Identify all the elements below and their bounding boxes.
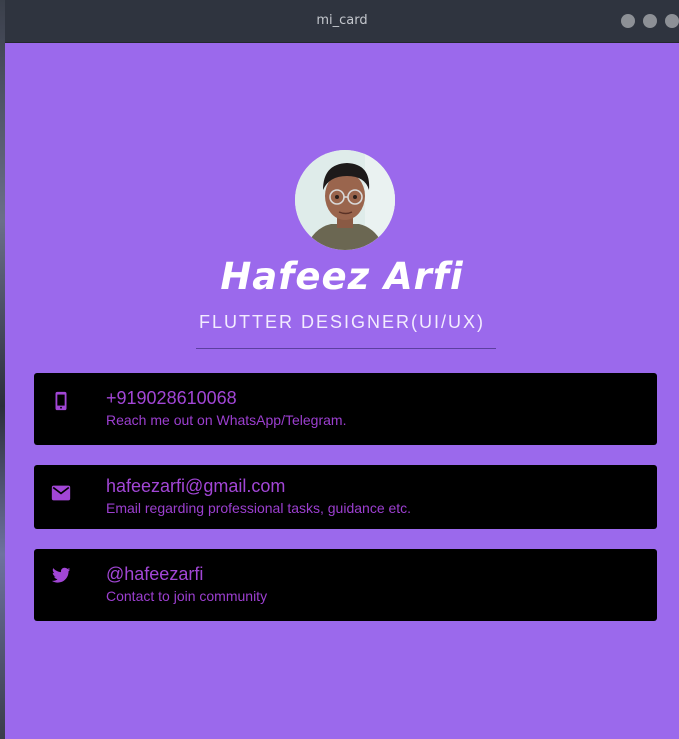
divider: [196, 348, 496, 349]
app-body: Hafeez Arfi FLUTTER DESIGNER(UI/UX) +919…: [5, 43, 679, 739]
contact-card-phone[interactable]: +919028610068 Reach me out on WhatsApp/T…: [34, 373, 657, 445]
close-button[interactable]: [665, 14, 679, 28]
contact-title: hafeezarfi@gmail.com: [106, 476, 286, 496]
phone-icon: [55, 391, 67, 411]
window-title: mi_card: [316, 13, 368, 28]
profile-name: Hafeez Arfi: [220, 255, 464, 298]
mail-icon: [51, 485, 71, 501]
maximize-button[interactable]: [643, 14, 657, 28]
avatar: [295, 150, 395, 250]
contact-title: +919028610068: [106, 388, 237, 408]
contact-title: @hafeezarfi: [106, 564, 204, 584]
contact-subtitle: Contact to join community: [106, 588, 268, 604]
twitter-icon: [51, 567, 71, 583]
contact-subtitle: Reach me out on WhatsApp/Telegram.: [106, 412, 347, 428]
contact-card-email[interactable]: hafeezarfi@gmail.com Email regarding pro…: [34, 465, 657, 529]
minimize-button[interactable]: [621, 14, 635, 28]
avatar-photo: [295, 150, 395, 250]
profile-subtitle: FLUTTER DESIGNER(UI/UX): [198, 312, 485, 332]
window-titlebar[interactable]: mi_card: [5, 0, 679, 43]
contact-subtitle: Email regarding professional tasks, guid…: [106, 500, 412, 516]
contact-card-twitter[interactable]: @hafeezarfi Contact to join community: [34, 549, 657, 621]
